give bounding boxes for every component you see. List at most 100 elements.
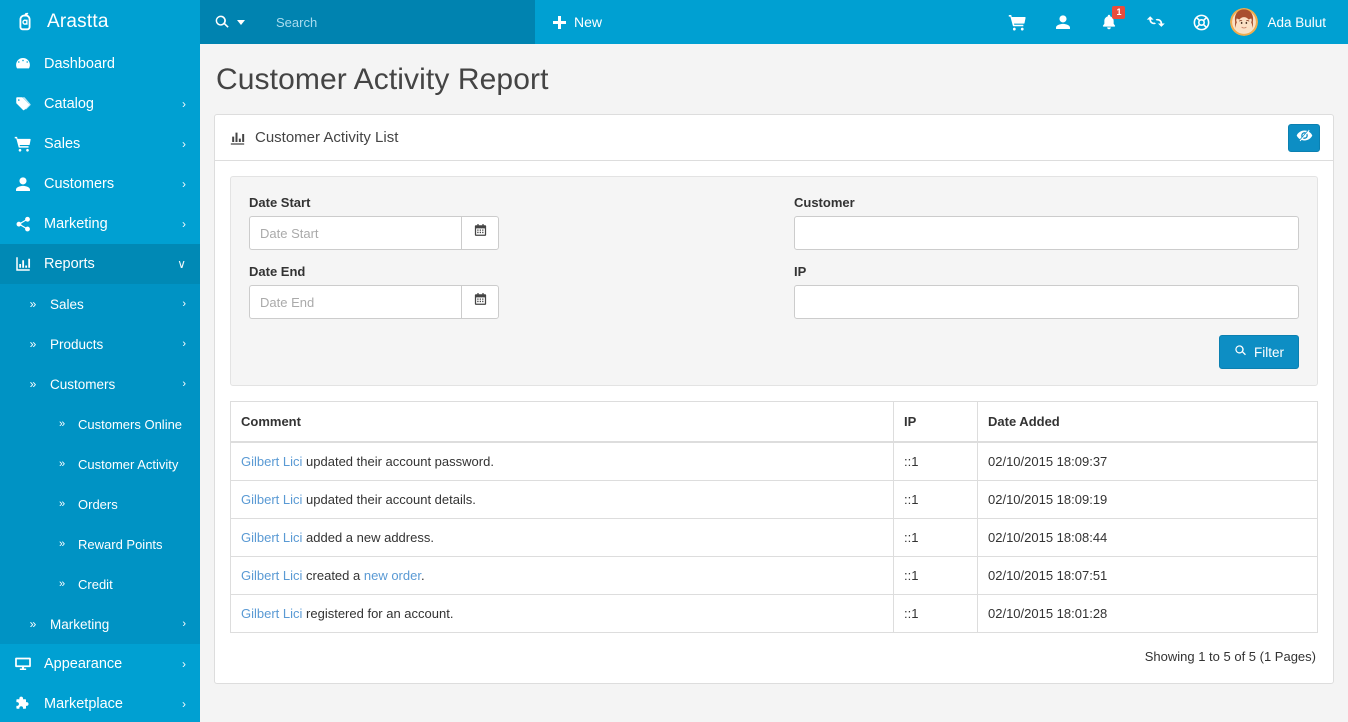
help-button[interactable] (1178, 0, 1224, 44)
main-area: New 1 (200, 0, 1348, 722)
user-icon (1054, 13, 1072, 31)
cell-ip: ::1 (893, 556, 978, 595)
customer-label: Customer (794, 195, 855, 210)
share-icon (14, 215, 32, 233)
double-chevron-right-icon: » (29, 617, 37, 631)
chevron-right-icon: › (182, 97, 186, 111)
new-button[interactable]: New (535, 0, 620, 44)
cell-date-added: 02/10/2015 18:08:44 (977, 518, 1318, 557)
customer-link[interactable]: Gilbert Lici (241, 606, 302, 621)
sidebar-subitem-label: Products (50, 336, 104, 352)
shopping-bag-a-logo-icon (14, 11, 36, 33)
date-end-input-group (249, 285, 499, 319)
sidebar-item-customers-online[interactable]: » Customers Online (0, 404, 200, 444)
cell-ip: ::1 (893, 441, 978, 481)
cell-ip: ::1 (893, 594, 978, 633)
user-icon-button[interactable] (1040, 0, 1086, 44)
sidebar-item-label: Dashboard (44, 56, 115, 72)
sidebar-item-marketing[interactable]: Marketing › (0, 204, 200, 244)
table-header-row: Comment IP Date Added (230, 401, 1318, 443)
app-root: Arastta Dashboard Catalog › Sales › Cust… (0, 0, 1348, 722)
double-chevron-right-icon: » (58, 578, 66, 590)
refresh-button[interactable] (1132, 0, 1178, 44)
column-header-ip: IP (893, 401, 978, 443)
ip-input[interactable] (794, 285, 1299, 319)
chevron-right-icon: › (182, 217, 186, 231)
customer-link[interactable]: Gilbert Lici (241, 492, 302, 507)
table-row: Gilbert Lici registered for an account. … (230, 594, 1318, 633)
chevron-right-icon: › (182, 378, 186, 390)
dashboard-gauge-icon (14, 55, 32, 73)
cart-icon-button[interactable] (994, 0, 1040, 44)
calendar-icon (473, 223, 488, 243)
table-row: Gilbert Lici created a new order. ::1 02… (230, 556, 1318, 595)
sidebar-item-customer-orders[interactable]: » Orders (0, 484, 200, 524)
sidebar-subitem-label: Customers (50, 376, 116, 392)
chevron-right-icon: › (182, 177, 186, 191)
customer-input[interactable] (794, 216, 1299, 250)
search-input[interactable] (254, 14, 521, 30)
date-end-input[interactable] (249, 285, 461, 319)
date-start-input[interactable] (249, 216, 461, 250)
bar-chart-icon (229, 130, 255, 146)
sidebar-item-customer-activity[interactable]: » Customer Activity (0, 444, 200, 484)
eye-slash-icon (1296, 128, 1313, 148)
cell-date-added: 02/10/2015 18:09:19 (977, 480, 1318, 519)
comment-text: registered for an account. (302, 606, 454, 621)
new-order-link[interactable]: new order (364, 568, 421, 583)
comment-text: updated their account details. (302, 492, 476, 507)
date-start-calendar-button[interactable] (461, 216, 499, 250)
search-icon[interactable] (214, 14, 230, 30)
sidebar-item-catalog[interactable]: Catalog › (0, 84, 200, 124)
sidebar-item-reports-customers[interactable]: » Customers › (0, 364, 200, 404)
customer-link[interactable]: Gilbert Lici (241, 568, 302, 583)
chevron-right-icon: › (182, 298, 186, 310)
filter-button-row: Filter (794, 335, 1299, 369)
topbar: New 1 (200, 0, 1348, 44)
user-menu[interactable]: Ada Bulut (1224, 8, 1340, 36)
sidebar-item-reports-sales[interactable]: » Sales › (0, 284, 200, 324)
chevron-down-icon[interactable] (237, 19, 245, 25)
filter-well: Date Start Date Start Date End Date End … (230, 176, 1318, 386)
date-start-input-group (249, 216, 499, 250)
chevron-right-icon: › (182, 697, 186, 711)
content: Customer Activity Report Customer Activi… (200, 44, 1348, 722)
sidebar-item-dashboard[interactable]: Dashboard (0, 44, 200, 84)
sidebar-item-reward-points[interactable]: » Reward Points (0, 524, 200, 564)
sidebar-item-sales[interactable]: Sales › (0, 124, 200, 164)
customer-activity-panel: Customer Activity List Date Start Date S… (214, 114, 1334, 684)
filter-button-label: Filter (1254, 344, 1284, 360)
monitor-icon (14, 655, 32, 673)
page-title: Customer Activity Report (216, 63, 549, 96)
double-chevron-right-icon: » (58, 458, 66, 470)
filter-button[interactable]: Filter (1219, 335, 1299, 369)
brand[interactable]: Arastta (0, 0, 200, 44)
sidebar-subitem-label: Credit (78, 576, 113, 592)
sidebar-item-appearance[interactable]: Appearance › (0, 644, 200, 684)
search-icon (1234, 344, 1247, 360)
sidebar-item-reports-marketing[interactable]: » Marketing › (0, 604, 200, 644)
topbar-icons: 1 Ada Bulut (994, 0, 1348, 44)
user-icon (14, 175, 32, 193)
search-zone[interactable] (200, 0, 535, 44)
sidebar-subitem-label: Marketing (50, 616, 110, 632)
date-end-calendar-button[interactable] (461, 285, 499, 319)
bar-chart-icon (14, 255, 32, 273)
cell-comment: Gilbert Lici updated their account detai… (230, 480, 894, 519)
customer-field: Customer (794, 195, 1299, 250)
sidebar-item-reports[interactable]: Reports ∨ (0, 244, 200, 284)
cell-comment: Gilbert Lici added a new address. (230, 518, 894, 557)
double-chevron-right-icon: » (58, 498, 66, 510)
sidebar-item-customers[interactable]: Customers › (0, 164, 200, 204)
customer-link[interactable]: Gilbert Lici (241, 530, 302, 545)
table-body: Gilbert Lici updated their account passw… (230, 441, 1318, 633)
notifications-button[interactable]: 1 (1086, 0, 1132, 44)
chevron-right-icon: › (182, 338, 186, 350)
sidebar-item-marketplace[interactable]: Marketplace › (0, 684, 200, 722)
sidebar-item-reports-products[interactable]: » Products › (0, 324, 200, 364)
customer-link[interactable]: Gilbert Lici (241, 454, 302, 469)
sidebar-item-credit[interactable]: » Credit (0, 564, 200, 604)
sidebar-item-label: Customers (44, 176, 115, 192)
toggle-filter-button[interactable] (1288, 124, 1320, 152)
ip-label: IP (794, 264, 807, 279)
